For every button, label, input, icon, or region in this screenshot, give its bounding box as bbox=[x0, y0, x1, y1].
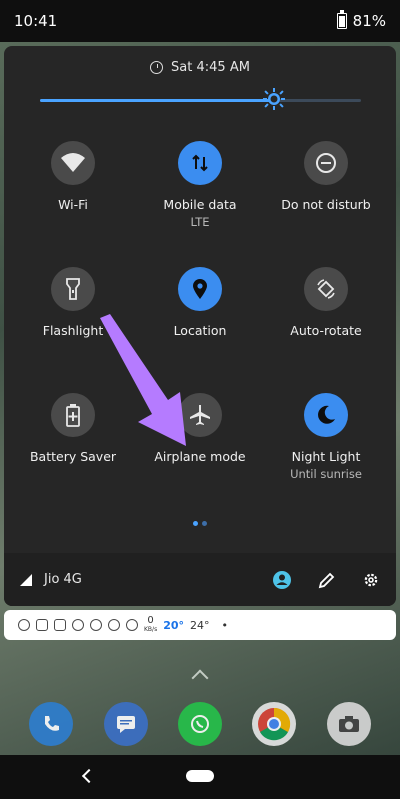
user-icon[interactable] bbox=[272, 570, 292, 590]
instagram-icon bbox=[36, 619, 48, 631]
tile-mobile-data[interactable]: Mobile data LTE bbox=[145, 141, 255, 229]
tile-label: Flashlight bbox=[42, 323, 104, 338]
tile-auto-rotate[interactable]: Auto-rotate bbox=[271, 267, 381, 338]
location-icon bbox=[178, 267, 222, 311]
network-speed: 0 KB/s bbox=[144, 616, 157, 634]
wifi-icon bbox=[51, 141, 95, 185]
moon-icon bbox=[304, 393, 348, 437]
notification-icons-bar[interactable]: 0 KB/s 20° 24° • bbox=[4, 610, 396, 640]
alarm-icon bbox=[150, 61, 164, 74]
tile-dnd[interactable]: Do not disturb bbox=[271, 141, 381, 212]
tile-sublabel: Until sunrise bbox=[290, 467, 362, 481]
messages-app-icon[interactable] bbox=[103, 702, 148, 746]
aperture-icon bbox=[126, 619, 138, 631]
alarm-row[interactable]: Sat 4:45 AM bbox=[4, 60, 396, 75]
camera-app-icon[interactable] bbox=[326, 702, 371, 746]
aperture-icon bbox=[90, 619, 102, 631]
speed-value: 0 bbox=[147, 615, 154, 626]
aperture-icon bbox=[72, 619, 84, 631]
tile-location[interactable]: Location bbox=[145, 267, 255, 338]
status-right: 81% bbox=[336, 10, 386, 30]
rotate-icon bbox=[304, 267, 348, 311]
navigation-bar bbox=[0, 755, 400, 799]
tile-wifi[interactable]: Wi-Fi bbox=[18, 141, 128, 212]
battery-icon bbox=[336, 10, 347, 29]
quick-settings-panel: Sat 4:45 AM Wi-Fi Mobile data LTE Do not… bbox=[4, 46, 396, 606]
phone-app-icon[interactable] bbox=[29, 702, 74, 746]
battery-percent: 81% bbox=[352, 12, 386, 30]
status-bar: 10:41 81% bbox=[0, 0, 400, 42]
tile-label: Airplane mode bbox=[154, 449, 246, 464]
tile-sublabel: LTE bbox=[190, 215, 210, 229]
flashlight-icon bbox=[51, 267, 95, 311]
tile-airplane-mode[interactable]: Airplane mode bbox=[145, 393, 255, 464]
mobile-data-icon bbox=[178, 141, 222, 185]
quick-settings-footer: Jio 4G bbox=[4, 553, 396, 606]
tile-label: Battery Saver bbox=[29, 449, 117, 464]
home-pill-icon[interactable] bbox=[186, 770, 214, 782]
home-dock bbox=[0, 702, 400, 746]
alarm-time: Sat 4:45 AM bbox=[171, 60, 250, 75]
whatsapp-app-icon[interactable] bbox=[177, 702, 222, 746]
tile-label: Location bbox=[173, 323, 227, 338]
b-app-icon bbox=[18, 619, 30, 631]
brightness-thumb-icon[interactable] bbox=[262, 87, 286, 111]
page-indicator bbox=[4, 521, 396, 526]
clock: 10:41 bbox=[14, 12, 58, 30]
aperture-icon bbox=[108, 619, 120, 631]
more-dot: • bbox=[221, 618, 229, 632]
do-not-disturb-icon bbox=[304, 141, 348, 185]
carrier-name: Jio 4G bbox=[44, 572, 82, 587]
tile-label: Wi-Fi bbox=[58, 197, 88, 212]
tile-night-light[interactable]: Night Light Until sunrise bbox=[271, 393, 381, 481]
tile-label: Do not disturb bbox=[281, 197, 371, 212]
mail-icon bbox=[54, 619, 66, 631]
tile-battery-saver[interactable]: Battery Saver bbox=[18, 393, 128, 464]
tile-label: Night Light bbox=[291, 449, 361, 464]
temperature-other: 24° bbox=[190, 618, 210, 632]
battery-saver-icon bbox=[51, 393, 95, 437]
chrome-app-icon[interactable] bbox=[252, 702, 297, 746]
footer-actions bbox=[272, 570, 380, 590]
speed-unit: KB/s bbox=[144, 626, 158, 633]
page-dot-active bbox=[193, 521, 198, 526]
page-dot bbox=[202, 521, 207, 526]
back-icon[interactable] bbox=[81, 768, 97, 784]
settings-gear-icon[interactable] bbox=[362, 571, 380, 589]
tile-flashlight[interactable]: Flashlight bbox=[18, 267, 128, 338]
tile-label: Mobile data bbox=[163, 197, 237, 212]
edit-icon[interactable] bbox=[318, 571, 336, 589]
temperature-current: 20° bbox=[163, 618, 185, 632]
airplane-icon bbox=[178, 393, 222, 437]
signal-icon bbox=[20, 573, 32, 586]
app-drawer-chevron-icon[interactable] bbox=[191, 669, 209, 687]
brightness-fill bbox=[40, 99, 274, 102]
tile-label: Auto-rotate bbox=[290, 323, 362, 338]
